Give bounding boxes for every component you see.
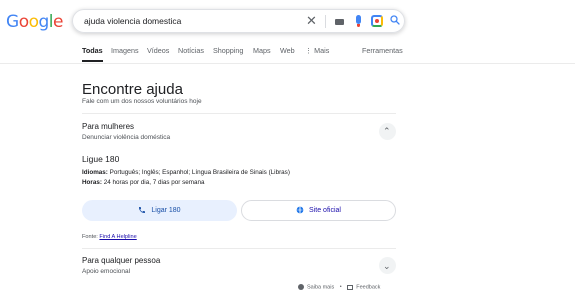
globe-icon: [296, 206, 304, 214]
section-divider: [82, 113, 396, 114]
section-women-desc: Denunciar violência doméstica: [82, 134, 171, 141]
tab-noticias[interactable]: Notícias: [178, 46, 204, 55]
card-title: Encontre ajuda: [82, 81, 183, 98]
footer-separator: •: [339, 284, 342, 291]
languages-line: Idiomas: Português; Inglês; Espanhol; Lí…: [82, 169, 290, 176]
tab-todas[interactable]: Todas: [82, 46, 103, 62]
clear-icon[interactable]: ✕: [306, 13, 317, 29]
section-women-title[interactable]: Para mulheres: [82, 122, 134, 131]
hours-label: Horas:: [82, 179, 102, 186]
tab-shopping[interactable]: Shopping: [213, 46, 243, 55]
source-line: Fonte: Find A Helpline: [82, 234, 137, 240]
phone-icon: [139, 207, 146, 214]
official-site-button[interactable]: Site oficial: [241, 200, 396, 221]
search-box[interactable]: ajuda violencia domestica ✕: [72, 9, 405, 33]
tab-imagens[interactable]: Imagens: [111, 46, 139, 55]
helpline-number: Ligue 180: [82, 154, 120, 164]
source-link[interactable]: Find A Helpline: [99, 234, 136, 240]
section-anyone-title[interactable]: Para qualquer pessoa: [82, 256, 160, 265]
expand-button[interactable]: ⌄: [379, 257, 396, 274]
learn-more-link[interactable]: Saiba mais: [307, 284, 334, 290]
feedback-link[interactable]: Feedback: [356, 284, 380, 290]
card-footer: Saiba mais • Feedback: [298, 284, 380, 290]
header-divider: [0, 63, 575, 64]
google-logo[interactable]: Google: [6, 12, 63, 32]
tab-web[interactable]: Web: [280, 46, 295, 55]
hours-value: 24 horas por dia, 7 dias por semana: [101, 179, 205, 186]
official-site-label: Site oficial: [309, 207, 341, 214]
tab-more[interactable]: ⋮ Mais: [305, 46, 329, 55]
call-button-label: Ligar 180: [151, 207, 181, 214]
feedback-icon: [347, 284, 354, 290]
languages-value: Português; Inglês; Espanhol; Língua Bras…: [107, 169, 290, 176]
search-divider: [325, 15, 326, 28]
section-divider: [82, 248, 396, 249]
tab-videos[interactable]: Vídeos: [147, 46, 169, 55]
chevron-up-icon: ⌃: [383, 126, 391, 136]
info-icon: [298, 284, 304, 290]
google-lens-icon[interactable]: [371, 15, 383, 27]
microphone-icon[interactable]: [356, 15, 361, 27]
search-input[interactable]: ajuda violencia domestica: [84, 16, 181, 26]
collapse-button[interactable]: ⌃: [379, 123, 396, 140]
card-subtitle: Fale com um dos nossos voluntários hoje: [82, 98, 202, 105]
tab-maps[interactable]: Maps: [253, 46, 271, 55]
search-icon[interactable]: [389, 14, 401, 26]
call-button[interactable]: Ligar 180: [82, 200, 237, 221]
keyboard-icon[interactable]: [335, 19, 344, 25]
source-label: Fonte:: [82, 234, 100, 240]
hours-line: Horas: 24 horas por dia, 7 dias por sema…: [82, 179, 205, 186]
languages-label: Idiomas:: [82, 169, 108, 176]
section-anyone-desc: Apoio emocional: [82, 268, 131, 275]
tools-button[interactable]: Ferramentas: [362, 46, 403, 55]
chevron-down-icon: ⌄: [383, 261, 391, 271]
